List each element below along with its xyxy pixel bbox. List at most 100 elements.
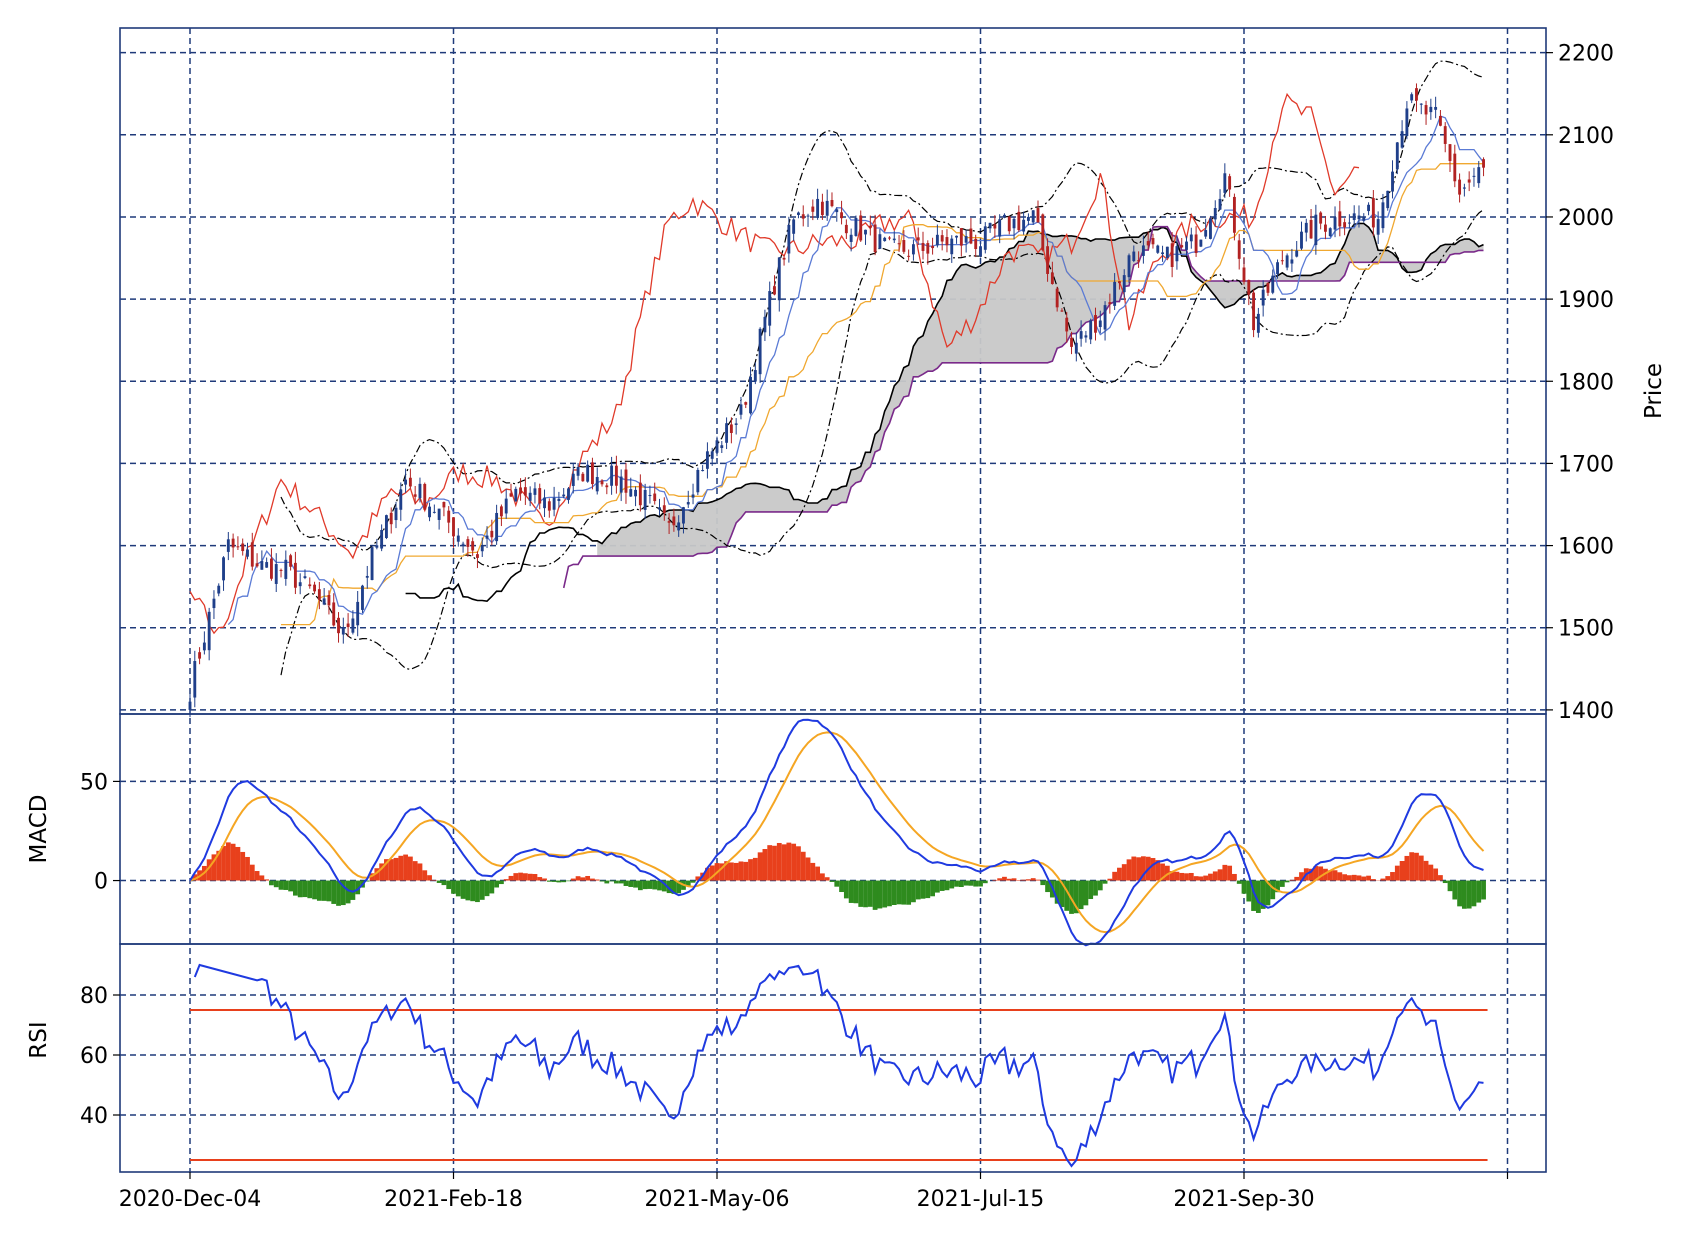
candle-body [1127, 255, 1131, 278]
candle-body [1137, 260, 1141, 262]
candle-body [1434, 106, 1438, 110]
candle-body [595, 477, 599, 492]
price-tick-label: 2200 [1558, 42, 1614, 67]
macd-histogram-bar [1370, 879, 1376, 881]
macd-histogram-bar [1471, 880, 1477, 907]
candle-body [1089, 320, 1093, 340]
candle-body [547, 501, 551, 511]
candle-body [782, 257, 786, 260]
macd-histogram-bar [728, 862, 734, 881]
candle-body [964, 236, 968, 243]
candle-body [777, 257, 781, 301]
candle-body [911, 244, 915, 255]
candle-body [1276, 262, 1279, 275]
candle-body [1060, 310, 1064, 312]
price-tick-label: 1800 [1558, 370, 1614, 395]
candle-body [614, 465, 618, 486]
candle-body [1438, 116, 1442, 126]
candle-body [1113, 281, 1117, 306]
macd-histogram-bar [1136, 857, 1141, 881]
macd-histogram-bar [1428, 864, 1434, 881]
macd-histogram-bar [479, 880, 485, 900]
candle-body [246, 549, 249, 557]
candle-body [916, 237, 920, 241]
macd-histogram-bar [475, 880, 480, 903]
candle-body [303, 576, 307, 579]
candle-body [629, 489, 633, 497]
candle-body [1204, 230, 1208, 237]
candle-body [222, 557, 225, 581]
candle-body [686, 502, 690, 505]
macd-histogram-bar [230, 843, 236, 881]
candle-body [1036, 208, 1040, 223]
candle-body [1347, 222, 1351, 224]
candle-body [883, 237, 887, 242]
candle-body [926, 243, 930, 254]
candle-body [1141, 245, 1145, 256]
macd-histogram-bar [1394, 865, 1400, 881]
macd-histogram-bar [331, 880, 337, 904]
candle-body [1084, 335, 1088, 338]
macd-histogram-bar [1203, 875, 1209, 881]
macd-histogram-bar [1337, 872, 1343, 881]
macd-histogram-bar [810, 862, 816, 881]
macd-histogram-bar [316, 880, 322, 901]
macd-histogram-bar [1198, 876, 1204, 881]
macd-histogram-bar [1409, 852, 1415, 881]
macd-histogram-bar [1232, 873, 1237, 881]
candle-body [1180, 245, 1184, 248]
candle-body [1170, 243, 1174, 267]
macd-histogram-bar [1179, 872, 1185, 881]
candle-body [404, 479, 408, 485]
candle-body [868, 225, 872, 228]
macd-histogram-bar [609, 880, 614, 882]
candle-body [672, 516, 676, 526]
macd-histogram-bar [1184, 873, 1189, 881]
candle-body [552, 497, 556, 510]
macd-histogram-bar [1241, 880, 1247, 894]
candle-body [408, 477, 412, 487]
macd-histogram-bar [1088, 880, 1094, 900]
candle-body [897, 243, 901, 245]
candle-body [816, 198, 820, 218]
macd-histogram-bar [887, 880, 892, 907]
macd-histogram-bar [877, 880, 883, 909]
macd-histogram-bar [398, 855, 404, 881]
macd-histogram-bar [580, 877, 586, 881]
candle-body [413, 494, 417, 497]
candle-body [327, 594, 331, 606]
macd-histogram-bar [240, 851, 246, 881]
candle-body [212, 598, 216, 609]
candle-body [1165, 246, 1169, 258]
macd-histogram-bar [249, 864, 255, 881]
candle-body [590, 462, 594, 485]
candle-body [849, 234, 853, 242]
candle-body [317, 589, 321, 600]
macd-histogram-bar [336, 880, 341, 906]
candle-body [1458, 179, 1462, 195]
macd-histogram-bar [858, 880, 864, 907]
candle-body [873, 224, 877, 252]
candle-body [1022, 219, 1026, 232]
macd-histogram-bar [1366, 875, 1371, 881]
macd-histogram-bar [307, 880, 313, 899]
macd-histogram-bar [906, 880, 912, 905]
candle-body [825, 200, 829, 216]
candle-body [476, 554, 479, 558]
candle-body [1003, 214, 1006, 217]
macd-histogram-bar [1466, 880, 1472, 909]
candle-body [1266, 282, 1270, 293]
candle-body [1185, 241, 1188, 250]
macd-histogram-bar [834, 880, 840, 887]
macd-histogram-bar [1121, 864, 1127, 881]
candle-body [1252, 292, 1256, 331]
candle-body [1094, 315, 1097, 333]
macd-histogram-bar [518, 872, 523, 881]
candle-body [1395, 142, 1399, 170]
candle-body [1443, 126, 1447, 144]
candle-body [1453, 153, 1457, 182]
macd-histogram-bar [1188, 872, 1194, 881]
candle-body [1194, 234, 1198, 254]
candle-body [701, 470, 705, 472]
price-panel [188, 60, 1485, 718]
